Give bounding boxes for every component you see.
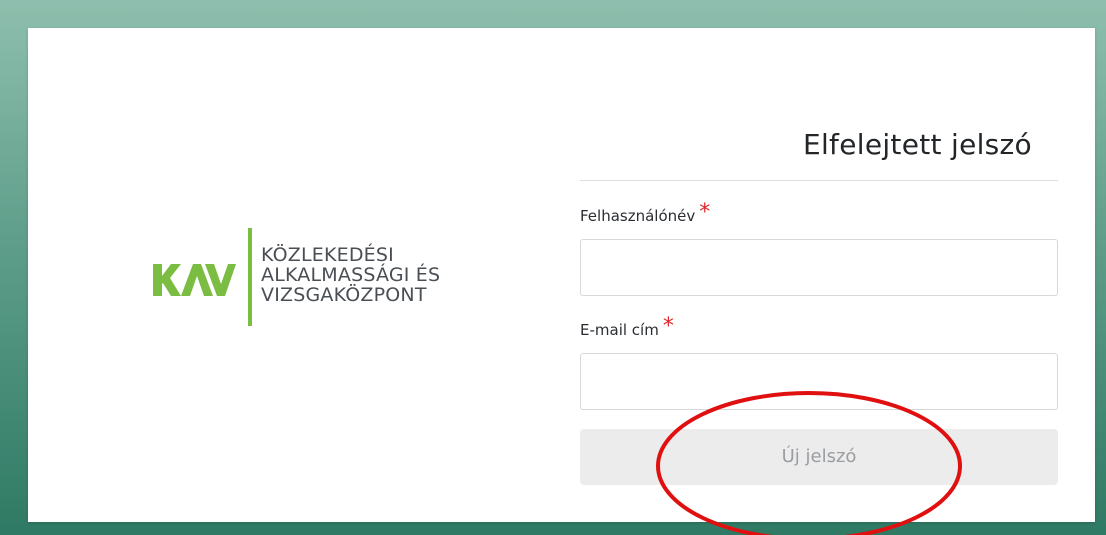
logo-line-1: KÖZLEKEDÉSI: [261, 244, 394, 266]
kav-logo: KÖZLEKEDÉSI ALKALMASSÁGI ÉS VIZSGAKÖZPON…: [153, 228, 483, 328]
logo-divider: [248, 228, 252, 326]
email-input[interactable]: [580, 353, 1058, 410]
logo-line-3: VIZSGAKÖZPONT: [261, 284, 427, 306]
kav-logo-mark: [153, 264, 236, 296]
logo-line-2: ALKALMASSÁGI ÉS: [261, 264, 441, 286]
username-label: Felhasználónév *: [580, 200, 711, 227]
email-label-text: E-mail cím: [580, 321, 659, 339]
page-title: Elfelejtett jelszó: [802, 128, 1032, 161]
required-asterisk-icon: *: [662, 314, 674, 339]
title-divider: [580, 180, 1058, 181]
username-label-text: Felhasználónév: [580, 207, 696, 225]
logo-wordmark: KÖZLEKEDÉSI ALKALMASSÁGI ÉS VIZSGAKÖZPON…: [261, 245, 440, 305]
required-asterisk-icon: *: [699, 200, 711, 225]
new-password-button[interactable]: Új jelszó: [580, 429, 1058, 485]
login-card: KÖZLEKEDÉSI ALKALMASSÁGI ÉS VIZSGAKÖZPON…: [28, 28, 1095, 522]
email-label: E-mail cím *: [580, 314, 674, 341]
username-input[interactable]: [580, 239, 1058, 296]
